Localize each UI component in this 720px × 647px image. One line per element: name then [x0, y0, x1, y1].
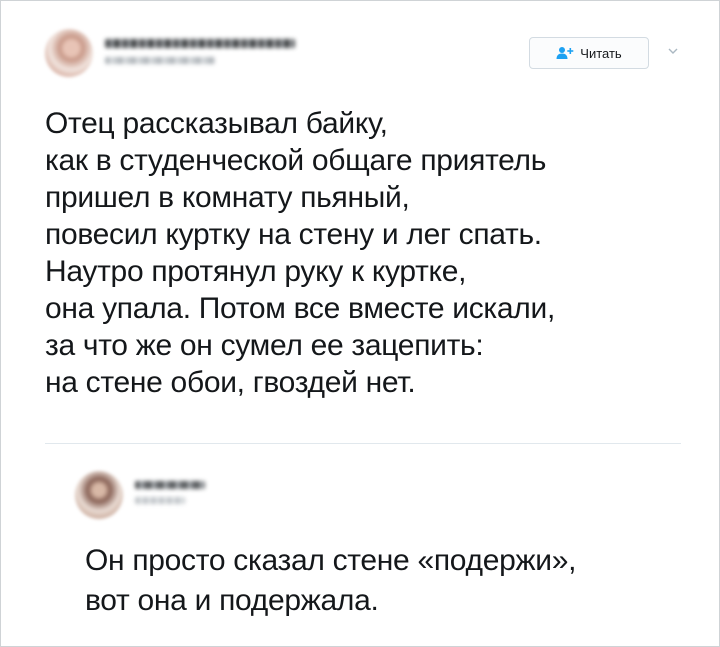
tweet-text-line: повесил куртку на стену и лег спать. — [45, 218, 542, 251]
tweet-text: Отец рассказывал байку, как в студенческ… — [45, 105, 685, 401]
avatar[interactable] — [45, 29, 93, 77]
reply-avatar[interactable] — [75, 471, 123, 519]
divider — [45, 443, 681, 444]
reply-text: Он просто сказал стене «подержи», вот он… — [85, 541, 705, 621]
person-add-icon — [556, 47, 574, 59]
tweet-text-line: как в студенческой общаге приятель — [45, 144, 547, 177]
reply-blurred-display-name[interactable] — [135, 481, 205, 489]
tweet-header: Читать — [45, 29, 685, 81]
tweet-text-line: за что же он сумел ее зацепить: — [45, 329, 484, 362]
chevron-down-icon[interactable] — [667, 45, 679, 57]
tweet-text-line: на стене обои, гвоздей нет. — [45, 366, 416, 399]
reply-text-line: вот она и подержала. — [85, 584, 379, 617]
blurred-username[interactable] — [105, 57, 215, 64]
follow-button[interactable]: Читать — [529, 37, 649, 69]
blurred-display-name[interactable] — [105, 39, 295, 48]
tweet-card: Читать Отец рассказывал байку, как в сту… — [0, 0, 720, 647]
reply-text-line: Он просто сказал стене «подержи», — [85, 544, 577, 577]
tweet-text-line: Наутро протянул руку к куртке, — [45, 255, 467, 288]
reply-header — [75, 471, 375, 523]
tweet-text-line: она упала. Потом все вместе искали, — [45, 292, 555, 325]
tweet-text-line: пришел в комнату пьяный, — [45, 181, 410, 214]
follow-label: Читать — [580, 45, 622, 61]
reply-blurred-username[interactable] — [135, 497, 185, 504]
tweet-text-line: Отец рассказывал байку, — [45, 107, 388, 140]
